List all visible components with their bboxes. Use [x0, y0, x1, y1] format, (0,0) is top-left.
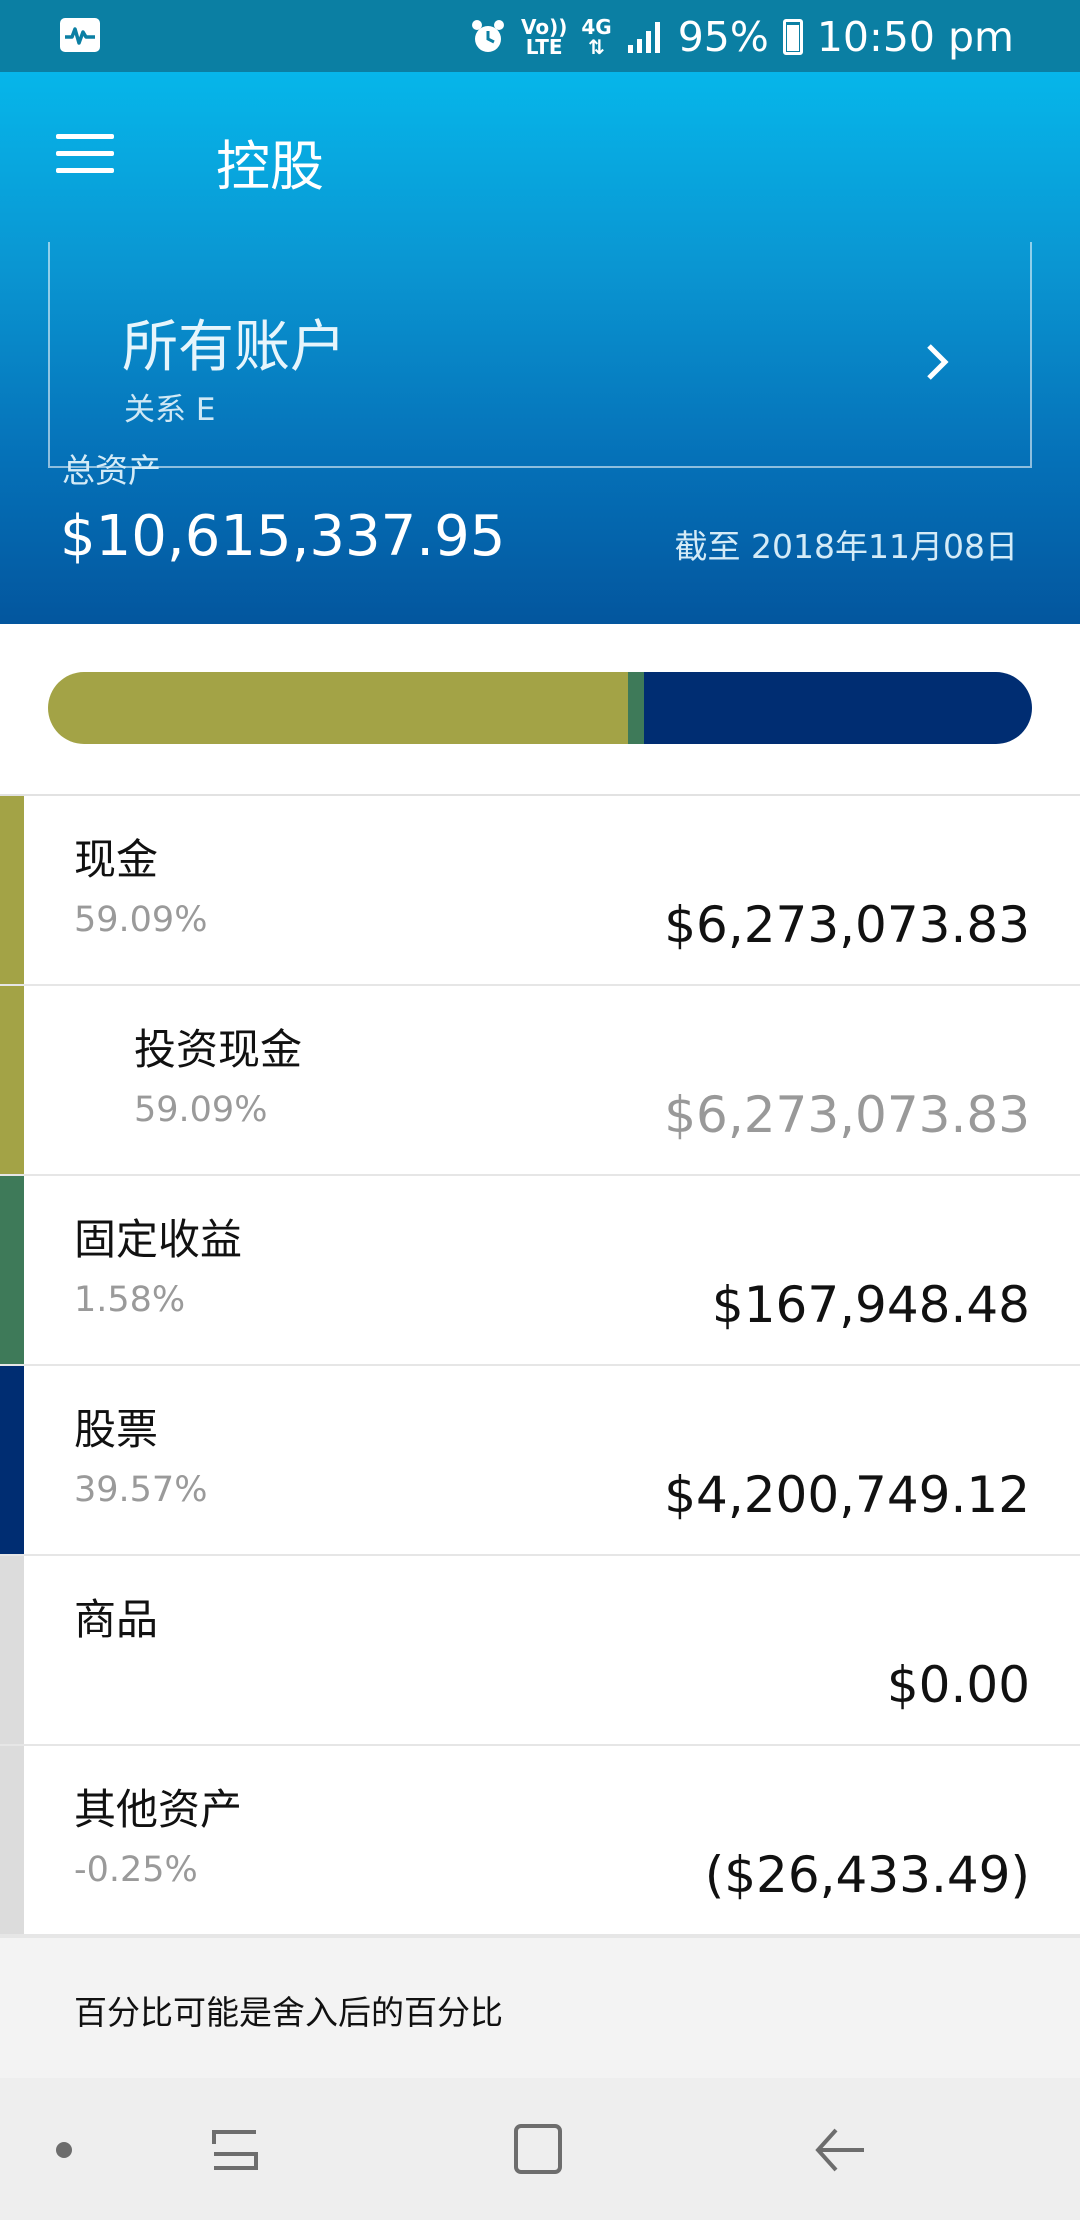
holding-name: 投资现金 — [134, 1025, 303, 1074]
account-name: 所有账户 — [122, 315, 346, 380]
system-nav-bar — [0, 2078, 1080, 2220]
holding-row-fixed-income[interactable]: 固定收益 1.58% $167,948.48 — [0, 1176, 1080, 1366]
holdings-list: 现金 59.09% $6,273,073.83 投资现金 59.09% $6,2… — [0, 796, 1080, 1936]
holding-value: $4,200,749.12 — [664, 1466, 1030, 1524]
activity-monitor-icon — [60, 18, 100, 52]
header: 控股 所有账户 关系 E 总资产 $10,615,337.95 截至 2018年… — [0, 72, 1080, 624]
holding-row-commodities[interactable]: 商品 $0.00 — [0, 1556, 1080, 1746]
back-arrow-icon[interactable] — [812, 2124, 868, 2176]
allocation-segment-2 — [643, 672, 1032, 744]
holding-row-other-assets[interactable]: 其他资产 -0.25% ($26,433.49) — [0, 1746, 1080, 1936]
status-bar: Vo)) LTE 4G ⇅ 95% 10:50 pm — [0, 0, 1080, 72]
total-assets-label: 总资产 — [62, 451, 161, 490]
as-of-date: 截至 2018年11月08日 — [674, 527, 1018, 566]
holding-row-equities[interactable]: 股票 39.57% $4,200,749.12 — [0, 1366, 1080, 1556]
category-color-stripe — [0, 986, 24, 1174]
home-icon[interactable] — [512, 2122, 564, 2178]
allocation-area — [0, 624, 1080, 796]
nav-dot-indicator[interactable] — [56, 2142, 72, 2158]
holding-name: 现金 — [74, 835, 159, 884]
signal-icon — [627, 22, 660, 53]
holding-value: $167,948.48 — [711, 1276, 1030, 1334]
allocation-bar — [48, 672, 1032, 744]
holding-percent: 39.57% — [74, 1470, 208, 1510]
battery-icon — [782, 19, 803, 55]
allocation-segment-0 — [48, 672, 629, 744]
category-color-stripe — [0, 1366, 24, 1554]
battery-percent: 95% — [677, 13, 769, 61]
holding-value: $6,273,073.83 — [664, 896, 1030, 954]
holding-percent: 59.09% — [134, 1090, 268, 1130]
screen: Vo)) LTE 4G ⇅ 95% 10:50 pm 控股 所有账户 关系 E … — [0, 0, 1080, 2220]
total-assets-value: $10,615,337.95 — [60, 504, 506, 569]
volte-indicator: Vo)) LTE — [520, 15, 568, 59]
footnote-text: 百分比可能是舍入后的百分比 — [74, 1993, 503, 2032]
holding-row-investment-cash[interactable]: 投资现金 59.09% $6,273,073.83 — [0, 986, 1080, 1176]
clock: 10:50 pm — [816, 13, 1014, 61]
alarm-icon — [471, 20, 504, 52]
category-color-stripe — [0, 1176, 24, 1364]
page-title: 控股 — [216, 135, 324, 198]
recents-icon[interactable] — [208, 2124, 262, 2176]
footnote: 百分比可能是舍入后的百分比 — [0, 1936, 1080, 2078]
holding-name: 其他资产 — [74, 1785, 243, 1834]
holding-percent: 59.09% — [74, 900, 208, 940]
holding-value: ($26,433.49) — [704, 1846, 1030, 1904]
hamburger-menu-icon[interactable] — [56, 134, 114, 174]
holding-name: 固定收益 — [74, 1215, 243, 1264]
holding-value: $0.00 — [886, 1656, 1030, 1714]
allocation-segment-1 — [628, 672, 644, 744]
chevron-right-icon — [927, 344, 949, 380]
category-color-stripe — [0, 1746, 24, 1934]
holding-percent: 1.58% — [74, 1280, 186, 1320]
account-relation: 关系 E — [124, 392, 216, 428]
holding-row-cash[interactable]: 现金 59.09% $6,273,073.83 — [0, 796, 1080, 986]
holding-percent: -0.25% — [74, 1850, 198, 1890]
account-selector[interactable]: 所有账户 关系 E — [48, 242, 1032, 468]
holding-value: $6,273,073.83 — [664, 1086, 1030, 1144]
category-color-stripe — [0, 796, 24, 984]
status-icons: Vo)) LTE 4G ⇅ 95% 10:50 pm — [469, 10, 1014, 64]
network-indicator: 4G ⇅ — [581, 15, 612, 59]
holding-name: 商品 — [74, 1595, 159, 1644]
holding-name: 股票 — [74, 1405, 159, 1454]
category-color-stripe — [0, 1556, 24, 1744]
